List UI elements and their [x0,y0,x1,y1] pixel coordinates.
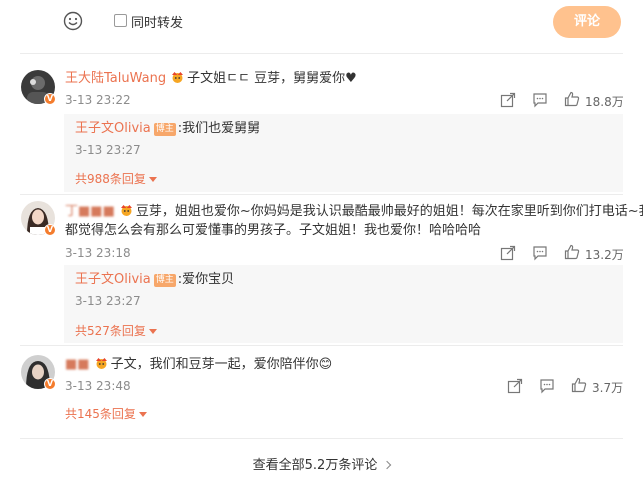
caret-down-icon [148,329,157,334]
crown-icon [119,204,134,216]
like-count: 18.8万 [585,95,624,109]
repost-checkbox[interactable] [114,14,127,27]
view-more-replies-link[interactable]: 共988条回复 [75,170,157,187]
divider [20,345,623,346]
caret-down-icon [138,412,147,417]
more-replies-label: 共145条回复 [65,407,136,421]
reply-time: 3-13 23:27 [75,294,141,308]
view-all-comments-link[interactable]: 查看全部5.2万条评论 [0,454,643,473]
view-more-replies-link[interactable]: 共145条回复 [65,405,147,422]
comment-username[interactable]: 丁■■■ [65,204,115,219]
divider [20,438,623,439]
comment-time: 3-13 23:48 [65,379,131,393]
like-count: 3.7万 [592,381,624,395]
repost-label: 同时转发 [131,16,184,31]
comment-body-continued: 都觉得怎么会有那么可爱懂事的男孩子。子文姐姐！我也爱你！哈哈哈哈 [65,223,482,238]
caret-down-icon [148,177,157,182]
verified-badge-icon: V [44,378,56,390]
more-replies-label: 共527条回复 [75,324,146,338]
comment-composer-bar: 同时转发 评论 [0,0,643,46]
comment-text: 丁■■■ 豆芽，姐姐也爱你~你妈妈是我认识最酷最帅最好的姐姐！每次在家里听到你们打… [65,203,643,221]
reply-box: 王子文Olivia 博主:我们也爱舅舅 3-13 23:27 共988条回复 [64,114,623,192]
share-icon[interactable] [500,92,516,108]
more-replies-label: 共988条回复 [75,172,146,186]
comment-text: 王大陆TaluWang 子文姐ㄷㄷ 豆芽，舅舅爱你♥ [65,70,357,88]
comment-icon[interactable] [532,245,548,261]
reply-text: 王子文Olivia 博主:我们也爱舅舅 [75,120,260,138]
divider [20,53,623,54]
like-icon[interactable] [571,377,587,393]
comment-body: 豆芽，姐姐也爱你~你妈妈是我认识最酷最帅最好的姐姐！每次在家里听到你们打电话~我 [135,204,643,219]
comment-icon[interactable] [532,92,548,108]
comment-username[interactable]: 王大陆TaluWang [65,71,166,86]
crown-icon [94,357,109,369]
reply-body: :爱你宝贝 [177,272,235,287]
reply-text: 王子文Olivia 博主:爱你宝贝 [75,271,234,289]
comment-text: ■■ 子文，我们和豆芽一起，爱你陪伴你😊 [65,356,332,374]
comment-body: 子文，我们和豆芽一起，爱你陪伴你😊 [110,357,333,372]
verified-badge-icon: V [44,224,56,236]
comment-icon[interactable] [539,378,555,394]
reply-time: 3-13 23:27 [75,143,141,157]
like-icon[interactable] [564,91,580,107]
author-tag: 博主 [153,274,176,287]
reply-username[interactable]: 王子文Olivia [75,121,151,136]
verified-badge-icon: V [44,93,56,105]
comment-username[interactable]: ■■ [65,357,90,372]
view-all-label: 查看全部5.2万条评论 [252,458,378,473]
view-more-replies-link[interactable]: 共527条回复 [75,322,157,339]
comment-time: 3-13 23:22 [65,93,131,107]
share-icon[interactable] [500,245,516,261]
chevron-right-icon [383,460,392,470]
submit-comment-button[interactable]: 评论 [553,6,621,38]
comment-body: 子文姐ㄷㄷ 豆芽，舅舅爱你♥ [187,71,357,86]
like-icon[interactable] [564,244,580,260]
reply-body: :我们也爱舅舅 [177,121,261,136]
like-count: 13.2万 [585,248,624,262]
emoji-icon[interactable] [63,11,83,31]
comment-time: 3-13 23:18 [65,246,131,260]
reply-username[interactable]: 王子文Olivia [75,272,151,287]
author-tag: 博主 [153,123,176,136]
divider [20,194,623,195]
share-icon[interactable] [507,378,523,394]
reply-box: 王子文Olivia 博主:爱你宝贝 3-13 23:27 共527条回复 [64,265,623,343]
crown-icon [170,71,185,83]
